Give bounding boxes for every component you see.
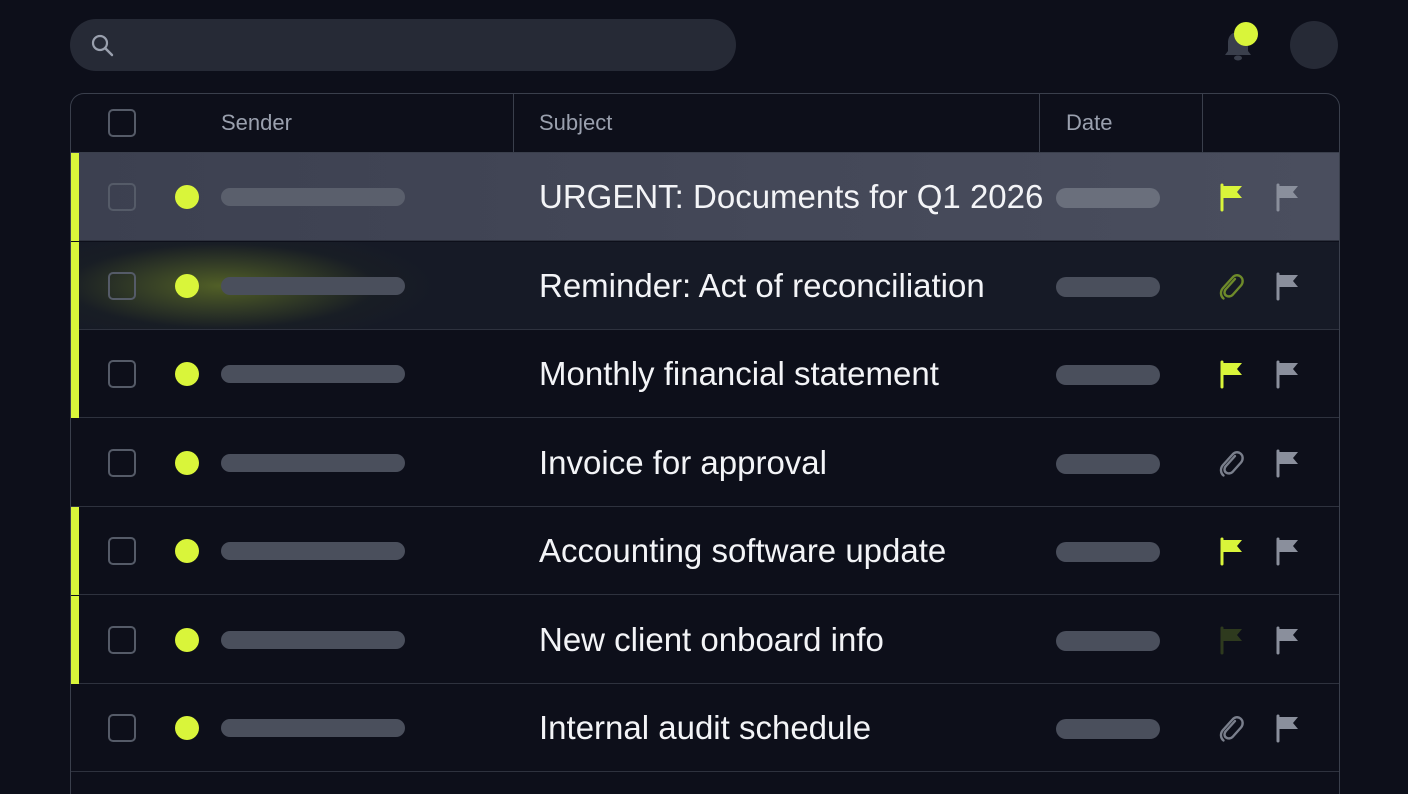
unread-accent-bar	[71, 241, 79, 330]
date-placeholder	[1056, 188, 1160, 208]
sender-placeholder	[221, 276, 405, 295]
flag-outline-icon[interactable]	[1271, 270, 1303, 302]
row-checkbox[interactable]	[108, 714, 136, 742]
date-placeholder	[1056, 276, 1160, 297]
unread-indicator	[175, 450, 199, 475]
sender-placeholder	[221, 188, 405, 206]
flag-outline-icon[interactable]	[1271, 535, 1303, 567]
paperclip-icon[interactable]	[1215, 270, 1247, 302]
notification-badge	[1234, 22, 1258, 46]
top-bar	[0, 0, 1408, 92]
flag-outline-icon[interactable]	[1271, 181, 1303, 213]
avatar[interactable]	[1290, 21, 1338, 69]
sender-placeholder	[221, 719, 405, 737]
date-placeholder	[1056, 365, 1160, 385]
search-input[interactable]	[126, 29, 710, 63]
unread-indicator	[175, 539, 199, 563]
sender-placeholder	[221, 453, 405, 472]
row-checkbox[interactable]	[108, 625, 136, 654]
flag-icon[interactable]	[1215, 624, 1247, 656]
table-row[interactable]: Accounting software update	[71, 507, 1339, 595]
unread-indicator	[175, 627, 199, 652]
flag-outline-icon[interactable]	[1271, 624, 1303, 656]
email-subject[interactable]: Reminder: Act of reconciliation	[539, 242, 985, 330]
search-icon	[90, 33, 114, 57]
email-subject[interactable]: Internal audit schedule	[539, 684, 871, 772]
column-divider	[513, 94, 514, 152]
email-subject[interactable]: URGENT: Documents for Q1 2026	[539, 153, 1043, 241]
email-subject[interactable]: New client onboard info	[539, 596, 884, 684]
search-bar[interactable]	[70, 19, 736, 71]
select-all-checkbox[interactable]	[108, 109, 136, 137]
column-header-date[interactable]: Date	[1066, 94, 1112, 152]
row-checkbox[interactable]	[108, 360, 136, 388]
unread-accent-bar	[71, 153, 79, 241]
table-row[interactable]: Monthly financial statement	[71, 330, 1339, 418]
email-subject[interactable]: Monthly financial statement	[539, 330, 939, 418]
table-row[interactable]: Invoice for approval	[71, 419, 1339, 507]
row-checkbox[interactable]	[108, 271, 136, 300]
unread-accent-bar	[71, 330, 79, 418]
table-header: Sender Subject Date	[71, 94, 1339, 153]
table-row[interactable]: Reminder: Act of reconciliation	[71, 241, 1339, 330]
email-subject[interactable]: Invoice for approval	[539, 419, 827, 507]
flag-icon[interactable]	[1215, 181, 1247, 213]
unread-indicator	[175, 362, 199, 386]
paperclip-icon[interactable]	[1215, 447, 1247, 479]
sender-placeholder	[221, 630, 405, 649]
row-checkbox[interactable]	[108, 183, 136, 211]
table-row[interactable]: URGENT: Documents for Q1 2026	[71, 153, 1339, 241]
sender-placeholder	[221, 542, 405, 560]
flag-icon[interactable]	[1215, 358, 1247, 390]
column-header-subject[interactable]: Subject	[539, 94, 612, 152]
sender-placeholder	[221, 365, 405, 383]
email-subject[interactable]: Accounting software update	[539, 507, 946, 595]
unread-accent-bar	[71, 507, 79, 595]
table-row[interactable]: New client onboard info	[71, 595, 1339, 684]
flag-outline-icon[interactable]	[1271, 447, 1303, 479]
email-table: Sender Subject Date URGENT: Documents fo…	[70, 93, 1340, 794]
row-checkbox[interactable]	[108, 537, 136, 565]
flag-icon[interactable]	[1215, 535, 1247, 567]
flag-outline-icon[interactable]	[1271, 358, 1303, 390]
column-header-sender[interactable]: Sender	[221, 94, 292, 152]
unread-indicator	[175, 273, 199, 298]
column-divider	[1202, 94, 1203, 152]
row-checkbox[interactable]	[108, 448, 136, 477]
unread-indicator	[175, 185, 199, 209]
date-placeholder	[1056, 542, 1160, 562]
table-row[interactable]: Internal audit schedule	[71, 684, 1339, 772]
date-placeholder	[1056, 719, 1160, 739]
flag-outline-icon[interactable]	[1271, 712, 1303, 744]
unread-indicator	[175, 716, 199, 740]
date-placeholder	[1056, 453, 1160, 474]
date-placeholder	[1056, 630, 1160, 651]
column-divider	[1039, 94, 1040, 152]
paperclip-icon[interactable]	[1215, 712, 1247, 744]
unread-accent-bar	[71, 595, 79, 684]
